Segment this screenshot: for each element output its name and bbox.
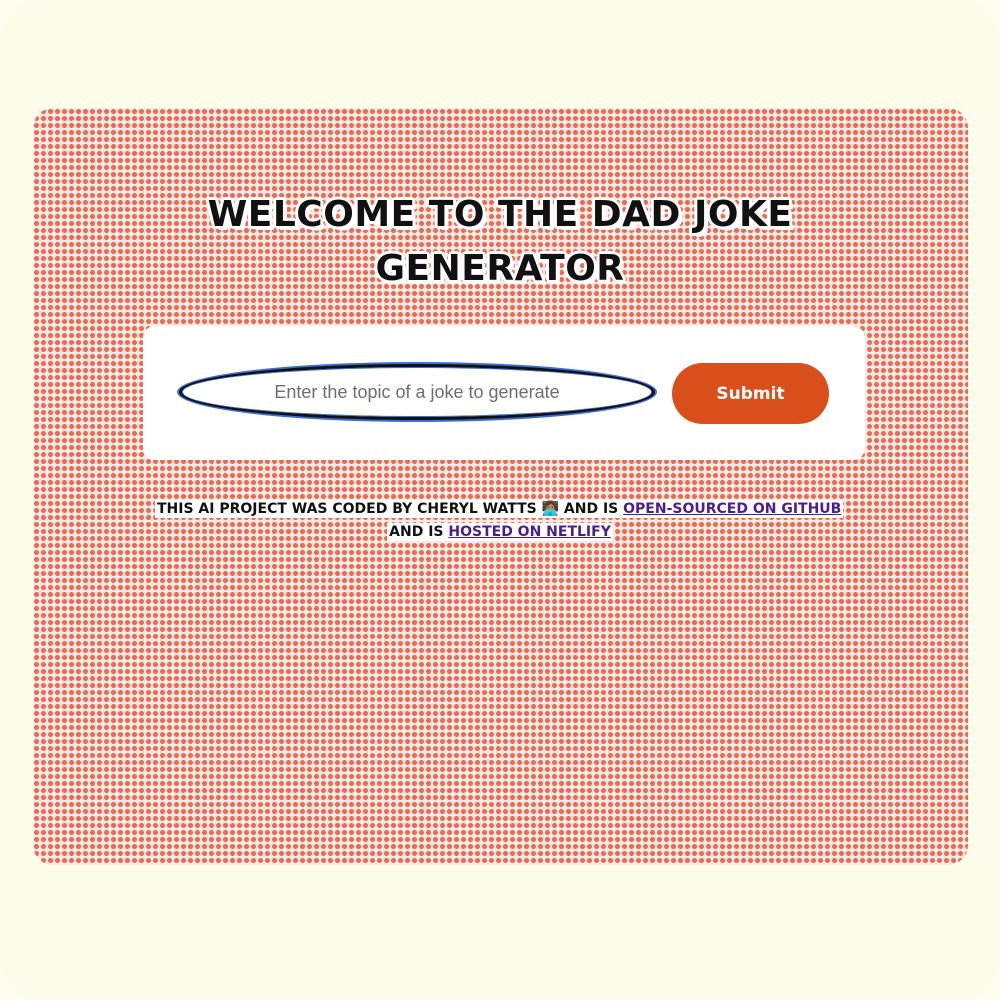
- github-link[interactable]: OPEN-SOURCED ON GITHUB: [623, 501, 841, 517]
- joke-search-form: Submit: [143, 326, 865, 460]
- technologist-emoji-icon: 👩🏽‍💻: [541, 501, 560, 517]
- page-title-line2: GENERATOR: [375, 248, 625, 289]
- page-title-line1: WELCOME TO THE DAD JOKE: [207, 194, 793, 235]
- credits-text-part3: AND IS: [389, 524, 444, 540]
- credits-line: THIS AI PROJECT WAS CODED BY CHERYL WATT…: [155, 500, 844, 541]
- credits-text-part1: THIS AI PROJECT WAS CODED BY CHERYL WATT…: [157, 501, 537, 517]
- page: WELCOME TO THE DAD JOKE GENERATOR Submit…: [0, 0, 1000, 1000]
- submit-button[interactable]: Submit: [672, 363, 829, 424]
- credits-text: THIS AI PROJECT WAS CODED BY CHERYL WATT…: [155, 498, 845, 544]
- netlify-link[interactable]: HOSTED ON NETLIFY: [448, 524, 610, 540]
- joke-topic-input[interactable]: [179, 364, 655, 420]
- credits-text-part2: AND IS: [563, 501, 619, 517]
- page-title: WELCOME TO THE DAD JOKE GENERATOR: [140, 188, 860, 296]
